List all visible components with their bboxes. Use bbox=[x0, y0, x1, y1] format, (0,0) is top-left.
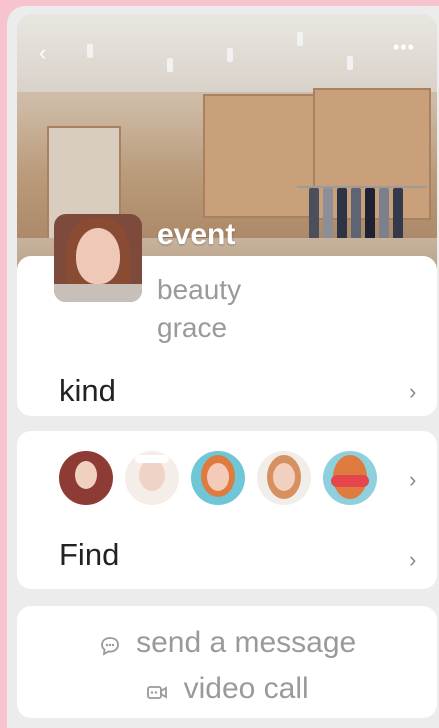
chevron-right-icon: › bbox=[409, 547, 417, 572]
message-icon bbox=[98, 632, 122, 656]
chevron-left-icon[interactable]: ‹ bbox=[39, 42, 61, 64]
find-label: Find bbox=[59, 537, 120, 572]
avatar-3[interactable] bbox=[191, 451, 245, 505]
actions-card: send a message video call bbox=[17, 606, 437, 718]
send-message-label: send a message bbox=[136, 626, 357, 659]
ceiling-light bbox=[347, 56, 353, 70]
chevron-right-icon: › bbox=[409, 467, 417, 492]
more-horizontal-icon[interactable]: ••• bbox=[393, 38, 423, 56]
video-call-label: video call bbox=[183, 672, 309, 705]
profile-title: event bbox=[157, 218, 236, 251]
ceiling-light bbox=[227, 48, 233, 62]
kind-row[interactable]: kind › bbox=[17, 361, 437, 417]
profile-subtitle: beauty grace bbox=[157, 274, 242, 343]
avatar-face bbox=[76, 228, 120, 284]
video-call-button[interactable]: video call bbox=[17, 672, 437, 706]
profile-avatar[interactable] bbox=[54, 214, 142, 302]
video-camera-icon bbox=[145, 678, 169, 702]
ceiling-light bbox=[167, 58, 173, 72]
avatar-2[interactable] bbox=[125, 451, 179, 505]
kind-label: kind bbox=[59, 373, 116, 408]
avatar-4[interactable] bbox=[257, 451, 311, 505]
screen: ‹ ••• event beauty grace kind › › Find ›… bbox=[7, 6, 439, 728]
find-card[interactable]: › Find › bbox=[17, 431, 437, 589]
avatar-1[interactable] bbox=[59, 451, 113, 505]
send-message-button[interactable]: send a message bbox=[17, 626, 437, 660]
ceiling-light bbox=[297, 32, 303, 46]
store-shelf bbox=[203, 94, 315, 218]
avatar-shirt bbox=[54, 284, 142, 302]
chevron-right-icon: › bbox=[409, 379, 417, 404]
ceiling-light bbox=[87, 44, 93, 58]
avatar-5[interactable] bbox=[323, 451, 377, 505]
